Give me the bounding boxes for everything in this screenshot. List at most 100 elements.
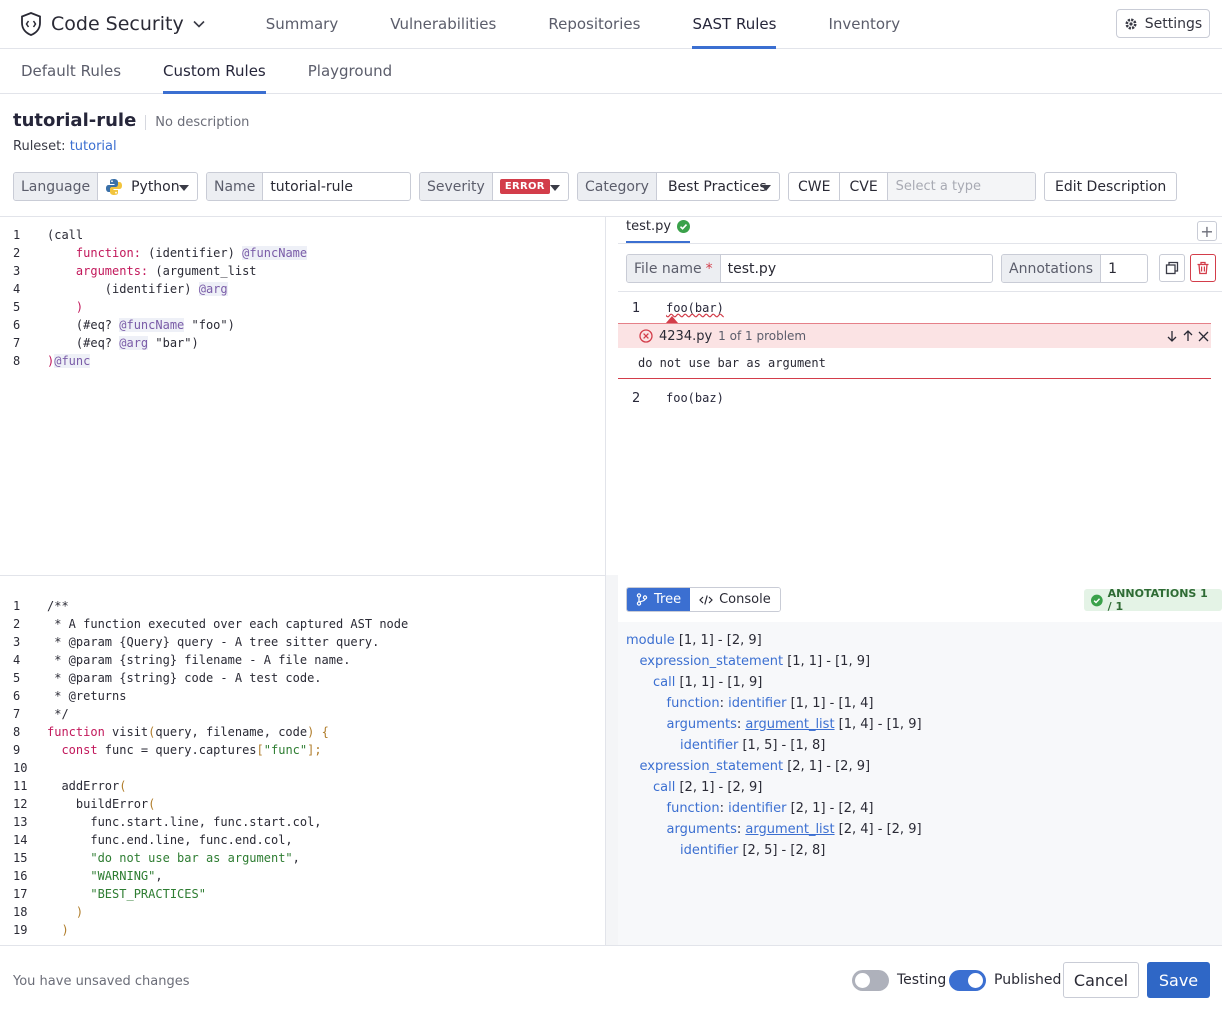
- top-nav: Code Security Summary Vulnerabilities Re…: [0, 0, 1222, 49]
- tree-node[interactable]: identifier [2, 5] - [2, 8]: [680, 840, 825, 861]
- tree-node[interactable]: expression_statement [2, 1] - [2, 9]: [640, 756, 871, 777]
- problem-message: do not use bar as argument: [638, 356, 826, 370]
- cve-button[interactable]: CVE: [840, 173, 888, 200]
- line-number: 5: [13, 300, 21, 314]
- annotations-label: Annotations: [1002, 255, 1102, 282]
- name-field[interactable]: Name tutorial-rule: [206, 172, 411, 201]
- sub-tabs: Default Rules Custom Rules Playground: [0, 49, 1222, 94]
- tree-node-range: [2, 5] - [2, 8]: [738, 843, 826, 858]
- line-number: 1: [632, 301, 641, 316]
- settings-button[interactable]: Settings: [1116, 9, 1210, 38]
- code-line: foo(baz): [666, 391, 724, 405]
- published-toggle[interactable]: [949, 970, 986, 991]
- severity-select[interactable]: Severity ERROR: [419, 172, 569, 201]
- category-select[interactable]: Category Best Practices: [577, 172, 780, 201]
- tab-inventory[interactable]: Inventory: [802, 0, 926, 48]
- line-number: 19: [13, 923, 28, 937]
- subtab-playground[interactable]: Playground: [287, 49, 413, 93]
- code-line: * @param {string} code - A test code.: [47, 671, 322, 685]
- line-number: 7: [13, 336, 21, 350]
- tree-node[interactable]: arguments: argument_list [2, 4] - [2, 9]: [667, 819, 922, 840]
- query-editor[interactable]: 1 2 3 4 5 6 7 8 (call function: (identif…: [13, 226, 593, 566]
- annotations-input[interactable]: 1: [1101, 255, 1124, 282]
- save-button[interactable]: Save: [1147, 962, 1210, 998]
- divider: [0, 575, 605, 576]
- tree-node[interactable]: call [2, 1] - [2, 9]: [653, 777, 762, 798]
- code-line: (identifier) @arg: [47, 282, 228, 296]
- ruleset-link[interactable]: tutorial: [70, 139, 117, 154]
- type-input[interactable]: Select a type: [887, 173, 1035, 200]
- duplicate-file-button[interactable]: [1159, 254, 1185, 282]
- problem-count: 1 of 1 problem: [718, 329, 807, 343]
- tree-node[interactable]: expression_statement [1, 1] - [1, 9]: [640, 651, 871, 672]
- tab-summary[interactable]: Summary: [240, 0, 365, 48]
- console-tab[interactable]: Console: [690, 588, 780, 611]
- subtab-custom-rules[interactable]: Custom Rules: [142, 49, 287, 94]
- tree-node-type: expression_statement: [639, 654, 784, 669]
- ast-tree: module [1, 1] - [2, 9] expression_stateme…: [626, 630, 1216, 870]
- cwe-button[interactable]: CWE: [789, 173, 841, 200]
- unsaved-changes-text: You have unsaved changes: [13, 974, 190, 989]
- line-number: 1: [13, 228, 21, 242]
- tree-node[interactable]: arguments: argument_list [1, 4] - [1, 9]: [667, 714, 922, 735]
- tree-field-name: arguments: [666, 717, 737, 732]
- tree-field-name: arguments: [666, 822, 737, 837]
- tree-node[interactable]: identifier [1, 5] - [1, 8]: [680, 735, 825, 756]
- line-number: 10: [13, 761, 28, 775]
- annotations-field[interactable]: Annotations 1: [1001, 254, 1148, 283]
- line-number: 6: [13, 318, 21, 332]
- check-circle-icon: [1091, 594, 1103, 606]
- problem-pointer-icon: [666, 316, 678, 323]
- python-icon: [106, 178, 123, 195]
- add-file-button[interactable]: +: [1197, 221, 1217, 241]
- edit-description-button[interactable]: Edit Description: [1044, 172, 1178, 201]
- subtab-default-rules[interactable]: Default Rules: [0, 49, 142, 93]
- code-line: func.start.line, func.start.col,: [47, 815, 322, 829]
- product-name: Code Security: [51, 13, 184, 35]
- annotations-status: ANNOTATIONS 1 / 1: [1107, 587, 1208, 613]
- problem-widget-header: 4234.py 1 of 1 problem: [618, 323, 1211, 348]
- tree-node-type: identifier: [680, 843, 739, 858]
- language-label: Language: [14, 173, 99, 200]
- tree-node[interactable]: function: identifier [2, 1] - [2, 4]: [667, 798, 874, 819]
- file-name-field[interactable]: File name * test.py: [626, 254, 993, 283]
- ruleset-label: Ruleset:: [13, 139, 66, 154]
- cwe-cve-control: CWE CVE Select a type: [788, 172, 1036, 201]
- tab-repositories[interactable]: Repositories: [522, 0, 666, 48]
- line-number: 8: [13, 354, 21, 368]
- tree-node[interactable]: module [1, 1] - [2, 9]: [626, 630, 762, 651]
- visit-function-editor[interactable]: 1 2 3 4 5 6 7 8 9 10 11 12 13 14 15 16 1…: [13, 597, 593, 942]
- tree-node-type: identifier: [728, 696, 787, 711]
- name-input[interactable]: tutorial-rule: [263, 173, 360, 200]
- problem-divider: [618, 378, 1211, 379]
- tree-node[interactable]: function: identifier [1, 1] - [1, 4]: [667, 693, 874, 714]
- code-line: * @param {string} filename - A file name…: [47, 653, 351, 667]
- line-number: 8: [13, 725, 21, 739]
- product-switcher[interactable]: Code Security: [20, 0, 206, 48]
- close-icon[interactable]: [1198, 331, 1209, 342]
- delete-file-button[interactable]: [1190, 254, 1216, 282]
- category-value: Best Practices: [667, 178, 767, 195]
- testing-toggle[interactable]: [852, 970, 889, 991]
- file-name-input[interactable]: test.py: [721, 255, 784, 282]
- name-label: Name: [207, 173, 264, 200]
- line-number: 14: [13, 833, 28, 847]
- tree-tab[interactable]: Tree: [627, 588, 691, 611]
- arrow-down-icon[interactable]: [1166, 330, 1178, 342]
- rule-header: tutorial-rule No description: [13, 110, 249, 131]
- code-line: "WARNING",: [90, 869, 163, 883]
- language-select[interactable]: Language Python: [13, 172, 198, 201]
- tree-node-range: [1, 1] - [1, 9]: [783, 654, 871, 669]
- published-label: Published: [994, 972, 1062, 988]
- file-tab-test-py[interactable]: test.py: [626, 219, 691, 234]
- tab-vulnerabilities[interactable]: Vulnerabilities: [364, 0, 522, 48]
- rule-name: tutorial-rule: [13, 110, 137, 131]
- tree-separator: :: [719, 696, 729, 711]
- severity-label: Severity: [420, 173, 493, 200]
- file-tab-label: test.py: [626, 219, 672, 234]
- arrow-up-icon[interactable]: [1182, 330, 1194, 342]
- tree-node-range: [2, 1] - [2, 9]: [783, 759, 871, 774]
- tab-sast-rules[interactable]: SAST Rules: [666, 0, 802, 49]
- tree-node[interactable]: call [1, 1] - [1, 9]: [653, 672, 762, 693]
- cancel-button[interactable]: Cancel: [1063, 962, 1139, 998]
